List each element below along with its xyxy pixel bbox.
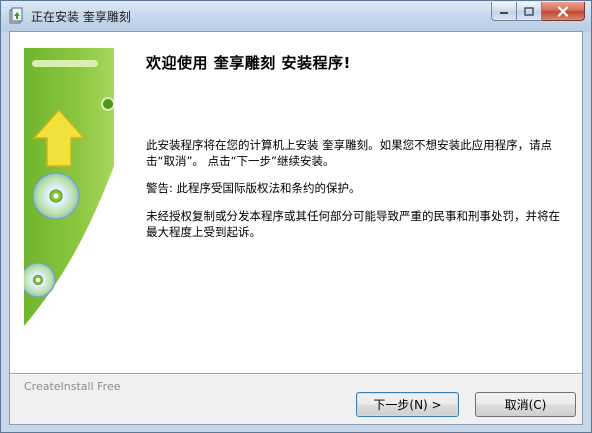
- legal-text: 未经授权复制或分发本程序或其任何部分可能导致严重的民事和刑事处罚，并将在最大程度…: [146, 209, 560, 239]
- welcome-heading: 欢迎使用 奎享雕刻 安装程序!: [146, 54, 351, 72]
- next-button[interactable]: 下一步(N) >: [356, 392, 459, 417]
- cancel-button[interactable]: 取消(C): [475, 392, 576, 417]
- maximize-icon: [524, 6, 534, 16]
- brand-label: CreateInstall Free: [24, 380, 125, 393]
- intro-text: 此安装程序将在您的计算机上安装 奎享雕刻。如果您不想安装此应用程序，请点击“取消…: [146, 138, 553, 168]
- installer-window: 正在安装 奎享雕刻 欢迎使用 奎享雕刻 安装程序! 此安装程序将在您的计算机上安…: [0, 0, 592, 433]
- close-button[interactable]: [542, 2, 585, 21]
- window-controls: [491, 2, 585, 21]
- minimize-button[interactable]: [491, 2, 517, 21]
- content-panel: 欢迎使用 奎享雕刻 安装程序! 此安装程序将在您的计算机上安装 奎享雕刻。如果您…: [10, 32, 582, 373]
- dialog-client-area: 欢迎使用 奎享雕刻 安装程序! 此安装程序将在您的计算机上安装 奎享雕刻。如果您…: [9, 31, 583, 425]
- side-banner: [24, 48, 114, 326]
- cd-disc-small-icon: [24, 262, 56, 298]
- window-title: 正在安装 奎享雕刻: [31, 10, 131, 24]
- warning-text: 警告: 此程序受国际版权法和条约的保护。: [146, 181, 361, 195]
- title-bar[interactable]: 正在安装 奎享雕刻: [1, 1, 591, 31]
- app-icon: [9, 7, 23, 24]
- maximize-button[interactable]: [517, 2, 542, 21]
- footer-separator: [10, 373, 582, 375]
- minimize-icon: [500, 12, 508, 14]
- close-icon: [557, 5, 569, 17]
- cd-disc-icon: [32, 172, 80, 220]
